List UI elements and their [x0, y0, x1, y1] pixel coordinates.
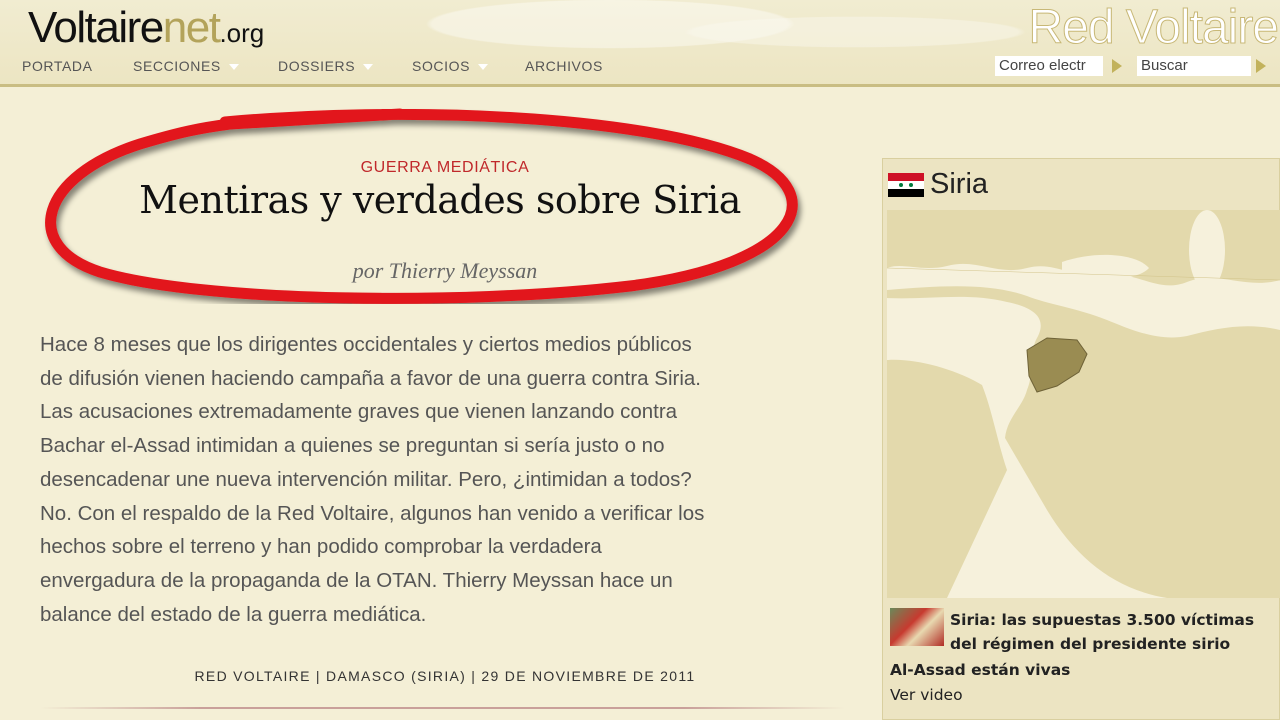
search-input[interactable]: Buscar — [1137, 56, 1251, 76]
nav-label: PORTADA — [22, 58, 93, 74]
sidebar-title[interactable]: Siria — [888, 168, 988, 201]
nav-label: SECCIONES — [133, 58, 221, 74]
watch-video-link[interactable]: Ver video — [890, 686, 963, 704]
syria-region-map[interactable] — [887, 210, 1280, 598]
red-voltaire-brand: Red Voltaire — [1028, 1, 1279, 54]
nav-item-portada[interactable]: PORTADA — [22, 58, 93, 74]
lead-line: Las acusaciones extremadamente graves qu… — [40, 400, 678, 424]
site-header: Voltairenet.org Red Voltaire PORTADA SEC… — [0, 0, 1280, 87]
article-dateline: RED VOLTAIRE | DAMASCO (SIRIA) | 29 DE N… — [194, 668, 696, 684]
sidebar-title-text: Siria — [930, 168, 989, 200]
caption-line: Al-Assad están vivas — [890, 661, 1071, 679]
newsletter-email-input[interactable]: Correo electr — [995, 56, 1103, 76]
lead-line: No. Con el respaldo de la Red Voltaire, … — [40, 501, 705, 525]
article-title: Mentiras y verdades sobre Siria — [139, 178, 741, 222]
site-logo[interactable]: Voltairenet.org — [28, 6, 264, 50]
lead-line: balance del estado de la guerra mediátic… — [40, 602, 427, 626]
nav-item-secciones[interactable]: SECCIONES — [133, 58, 239, 74]
nav-item-socios[interactable]: SOCIOS — [412, 58, 489, 74]
caption-line: Siria: las supuestas 3.500 víctimas — [950, 611, 1255, 629]
syria-flag-icon — [888, 172, 924, 197]
video-thumbnail[interactable] — [890, 608, 944, 646]
logo-part-net: net — [162, 3, 221, 52]
lead-line: de difusión vienen haciendo campaña a fa… — [40, 366, 701, 390]
lead-line: Bachar el-Assad intimidan a quienes se p… — [40, 434, 665, 458]
chevron-down-icon — [363, 64, 374, 71]
lead-line: envergadura de la propaganda de la OTAN.… — [40, 568, 673, 592]
lead-line: desencadenar une nueva intervención mili… — [40, 467, 692, 491]
nav-item-dossiers[interactable]: DOSSIERS — [278, 58, 374, 74]
nav-label: DOSSIERS — [278, 58, 356, 74]
caption-line: del régimen del presidente sirio — [950, 635, 1231, 653]
article-lead: Hace 8 meses que los dirigentes occident… — [40, 328, 850, 631]
nav-item-archivos[interactable]: ARCHIVOS — [525, 58, 603, 74]
nav-label: SOCIOS — [412, 58, 471, 74]
article-byline[interactable]: por Thierry Meyssan — [0, 258, 890, 284]
search-submit-arrow-icon[interactable] — [1256, 59, 1266, 73]
chevron-down-icon — [228, 64, 239, 71]
divider — [40, 707, 845, 709]
nav-label: ARCHIVOS — [525, 58, 603, 74]
article-section-kicker[interactable]: GUERRA MEDIÁTICA — [0, 159, 890, 177]
lead-line: Hace 8 meses que los dirigentes occident… — [40, 333, 692, 356]
chevron-down-icon — [478, 64, 489, 71]
logo-part-voltaire: Voltaire — [28, 3, 164, 52]
newsletter-submit-arrow-icon[interactable] — [1112, 59, 1122, 73]
logo-part-org: .org — [219, 18, 265, 48]
lead-line: hechos sobre el terreno y han podido com… — [40, 535, 602, 559]
